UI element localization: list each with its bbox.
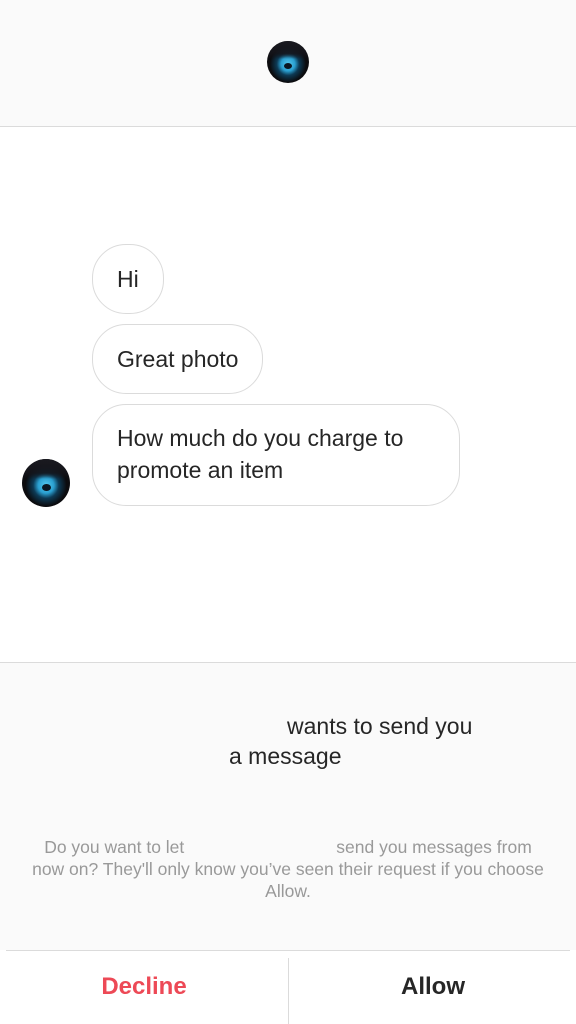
header-avatar-icon[interactable] — [267, 41, 309, 83]
avatar-shade — [22, 459, 70, 480]
message-request-panel: wants to send you a message Do you want … — [0, 662, 576, 951]
message-text: How much do you charge to promote an ite… — [117, 425, 404, 483]
request-description-part1: Do you want to let — [44, 837, 185, 857]
message-text: Great photo — [117, 346, 239, 372]
request-description: Do you want to let send you messages from… — [30, 836, 546, 902]
request-actions: Decline Allow — [0, 950, 576, 1024]
message-request-screen: Hi Great photo How much do you charge to… — [0, 0, 576, 1024]
avatar-shade — [267, 41, 309, 59]
request-title-line1: wants to send you — [287, 713, 473, 739]
request-title-line2: a message — [229, 743, 342, 769]
message-thread — [0, 127, 576, 662]
message-bubble[interactable]: Hi — [92, 244, 164, 314]
avatar-pupil — [42, 484, 51, 491]
allow-button[interactable]: Allow — [289, 950, 576, 1024]
top-header — [0, 0, 576, 127]
avatar-pupil — [284, 63, 292, 69]
message-bubble[interactable]: Great photo — [92, 324, 264, 394]
message-bubble[interactable]: How much do you charge to promote an ite… — [92, 404, 460, 506]
sender-avatar-icon[interactable] — [22, 459, 70, 507]
message-text: Hi — [117, 266, 139, 292]
decline-button[interactable]: Decline — [0, 950, 288, 1024]
